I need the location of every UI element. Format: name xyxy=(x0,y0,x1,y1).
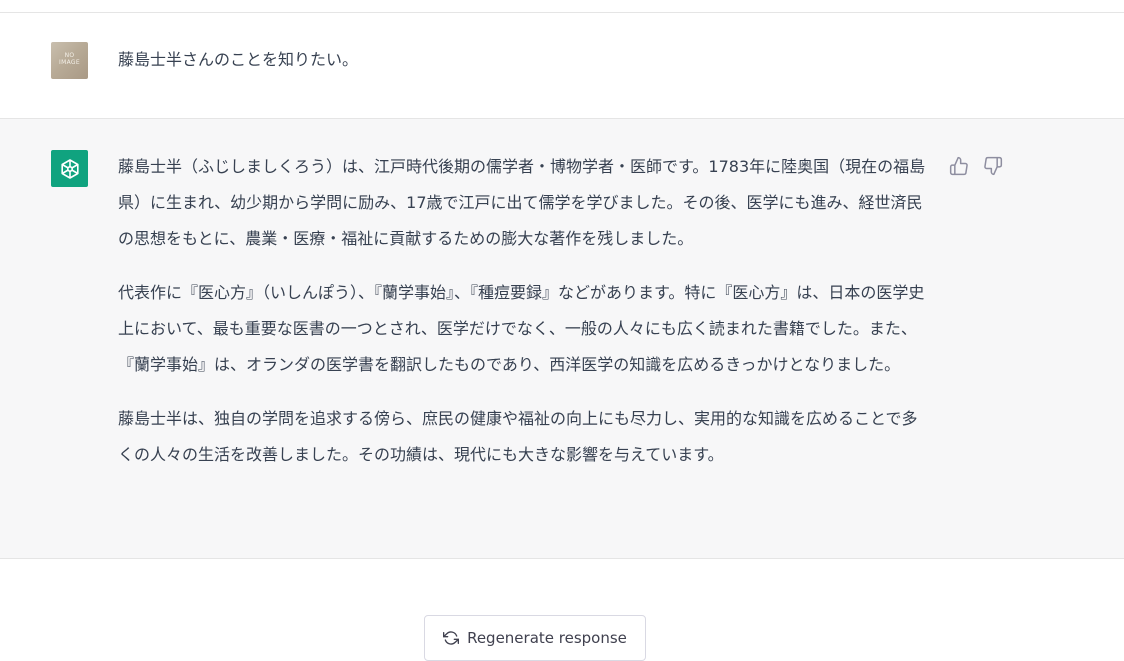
thumbs-down-button[interactable] xyxy=(982,155,1004,177)
refresh-icon xyxy=(443,631,460,645)
regenerate-label: Regenerate response xyxy=(467,629,627,647)
user-avatar: NO IMAGE xyxy=(51,42,88,79)
openai-logo-icon xyxy=(60,158,79,179)
user-message-row: NO IMAGE 藤島士半さんのことを知りたい。 xyxy=(0,13,1124,118)
assistant-paragraph-3: 藤島士半は、独自の学問を追求する傍ら、庶民の健康や福祉の向上にも尽力し、実用的な… xyxy=(118,409,918,464)
assistant-paragraph-1: 藤島士半（ふじしましくろう）は、江戸時代後期の儒学者・博物学者・医師です。178… xyxy=(118,157,926,248)
assistant-avatar xyxy=(51,150,88,187)
thumbs-up-icon xyxy=(949,156,968,176)
thumbs-up-button[interactable] xyxy=(948,155,970,177)
thumbs-down-icon xyxy=(984,156,1003,176)
assistant-paragraph-2: 代表作に『医心方』（いしんぽう）、『蘭学事始』、『種痘要録』などがあります。特に… xyxy=(118,283,925,374)
avatar-placeholder-text: NO IMAGE xyxy=(59,52,80,66)
assistant-message-row: 藤島士半（ふじしましくろう）は、江戸時代後期の儒学者・博物学者・医師です。178… xyxy=(0,118,1124,559)
user-message-text: 藤島士半さんのことを知りたい。 xyxy=(118,50,359,69)
assistant-message-text: 藤島士半（ふじしましくろう）は、江戸時代後期の儒学者・博物学者・医師です。178… xyxy=(118,149,933,491)
regenerate-response-button[interactable]: Regenerate response xyxy=(424,615,646,661)
